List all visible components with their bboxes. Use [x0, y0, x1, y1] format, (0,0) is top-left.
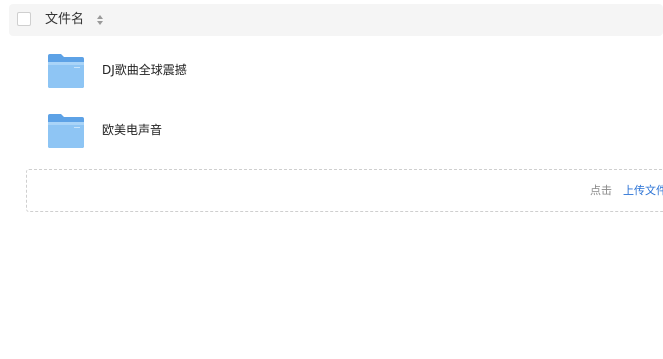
upload-hint: 点击 [590, 184, 612, 197]
sort-caret-icon[interactable] [96, 14, 104, 26]
folder-icon [48, 54, 84, 88]
file-list-header: 文件名 [9, 4, 663, 36]
upload-link[interactable]: 上传文件 [623, 184, 663, 198]
list-item[interactable]: 欧美电声音 [40, 110, 640, 150]
filename-column-header[interactable]: 文件名 [45, 11, 84, 29]
folder-name[interactable]: 欧美电声音 [102, 122, 162, 138]
file-list-page: 文件名 DJ歌曲全球震撼 欧美电声音 点击 上传文件 [0, 0, 663, 359]
select-all-checkbox[interactable] [17, 12, 31, 26]
list-item[interactable]: DJ歌曲全球震撼 [40, 50, 640, 90]
folder-name[interactable]: DJ歌曲全球震撼 [102, 62, 187, 78]
upload-dropzone[interactable]: 点击 上传文件 [26, 169, 663, 212]
folder-icon [48, 114, 84, 148]
